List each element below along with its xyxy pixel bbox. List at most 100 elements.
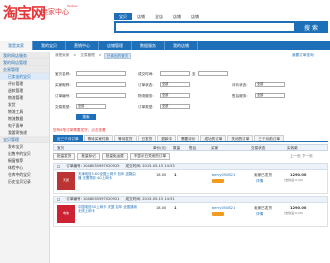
nav-items[interactable]: 我的宝贝 xyxy=(33,41,66,50)
tab-success[interactable]: 成功的订单 xyxy=(200,135,227,141)
top-navigation: 我是卖家 我的宝贝 营销中心 店铺管理 数据服务 我的店铺 xyxy=(0,41,330,50)
search-tab-1[interactable]: 店铺 xyxy=(132,13,150,20)
wangwang-chat-icon[interactable] xyxy=(212,179,224,183)
order-detail-link[interactable]: 详情 xyxy=(256,179,263,184)
order-checkbox[interactable]: ☐ xyxy=(54,165,63,169)
unit-price: 18.00 xyxy=(156,173,167,177)
breadcrumb-current: 已卖出的宝贝 xyxy=(103,53,132,59)
sidebar-section-head[interactable]: 我的网店管理 xyxy=(0,59,49,66)
sidebar-item[interactable]: 体检中心 xyxy=(0,164,49,171)
trade-status: 卖家已发货 xyxy=(254,173,272,177)
end-time-input[interactable] xyxy=(198,71,228,76)
batch-free-ship-button[interactable]: 批量免运费 xyxy=(101,153,128,160)
shipping-fee-note: (含快递:0.00) xyxy=(284,211,304,215)
col-total: 实收款 xyxy=(287,146,298,150)
quantity: 1 xyxy=(174,173,177,177)
after-sale-select[interactable]: 全部 xyxy=(255,93,285,98)
tab-older[interactable]: 三个月前订单 xyxy=(254,135,284,141)
taobao-logo[interactable]: 淘宝网 卖家中心 Taobao xyxy=(3,2,78,24)
breadcrumb-item[interactable]: 我是卖家 xyxy=(53,53,71,59)
sidebar-item[interactable]: 仓库中的宝贝 xyxy=(0,171,49,178)
sidebar: 我的网店服务 我的网店管理 交易管理 已卖出的宝贝 评价管理 退款管理 物流管理… xyxy=(0,52,50,263)
search-input[interactable] xyxy=(114,21,296,33)
breadcrumb-separator: > xyxy=(73,53,77,57)
pager[interactable]: 上一页 下一页 xyxy=(290,154,313,159)
breadcrumb-item[interactable]: 交易管理 xyxy=(78,53,96,59)
sidebar-item[interactable]: 电子面单 xyxy=(0,122,49,129)
nav-data[interactable]: 数据服务 xyxy=(132,41,165,50)
sidebar-item[interactable]: 出售中的宝贝 xyxy=(0,150,49,157)
order-number: 订单编号: 1048035997020925 xyxy=(66,164,120,168)
sidebar-item[interactable]: 退款管理 xyxy=(0,87,49,94)
sidebar-item[interactable]: 历史宝贝记录 xyxy=(0,178,49,185)
tab-closed[interactable]: 关闭的订单 xyxy=(227,135,254,141)
tab-need-rate[interactable]: 需要评价 xyxy=(177,135,200,141)
filter-label-trade-type: 交易类型: xyxy=(55,105,71,109)
buyer-nick-input[interactable] xyxy=(76,82,126,87)
order-checkbox[interactable]: ☐ xyxy=(54,198,63,202)
order-status-select[interactable]: 全部 xyxy=(160,82,190,87)
search-tab-2[interactable]: 全店 xyxy=(150,13,168,20)
table-header: 宝贝 单价(元) 数量 售后 买家 交易状态 实收款 xyxy=(53,144,328,151)
sidebar-item[interactable]: 发货 xyxy=(0,101,49,108)
order-query-link[interactable]: 我要订单查询 xyxy=(292,53,314,58)
hide-closed-toggle[interactable]: 不显示已关闭的订单 xyxy=(129,153,171,160)
sidebar-item[interactable]: 我要寄快递 xyxy=(0,129,49,136)
filter-label-order-no: 订单编号: xyxy=(55,94,71,98)
nav-my-shop[interactable]: 我的店铺 xyxy=(165,41,198,50)
order-time: 成交时间: 2015-05-15 14:53 xyxy=(125,164,175,168)
search-button[interactable]: 搜索 xyxy=(296,21,328,33)
buyer-nick-link[interactable]: berry050821 xyxy=(212,206,235,210)
sidebar-item[interactable]: 物流管理 xyxy=(0,94,49,101)
filter-search-button[interactable]: 搜索 xyxy=(76,114,96,120)
sidebar-section-head[interactable]: 我的网店服务 xyxy=(0,52,49,59)
logo-sup: Taobao xyxy=(67,4,78,8)
product-title-link[interactable]: 中国电信3G上网卡 天翼 包年 全国通用 无线上网卡 xyxy=(78,205,138,213)
tab-refund[interactable]: 退款中 xyxy=(157,135,177,141)
col-qty: 数量 xyxy=(173,146,181,150)
order-detail-link[interactable]: 详情 xyxy=(256,212,263,217)
tab-wait-pay[interactable]: 等待买家付款 xyxy=(83,135,114,141)
shipping-tip[interactable]: 您有6笔订单需要发货，点击查看 xyxy=(53,128,106,133)
sidebar-section-head[interactable]: 交易管理 xyxy=(0,66,49,73)
trade-type-select[interactable]: 全部 xyxy=(76,104,106,109)
batch-actions: 批量发货 批量标记 批量免运费 不显示已关闭的订单 xyxy=(53,153,172,160)
col-item: 宝贝 xyxy=(57,146,65,150)
search-tab-3[interactable]: 店铺 xyxy=(168,13,186,20)
sidebar-item[interactable]: 物流工具 xyxy=(0,108,49,115)
nav-seller[interactable]: 我是卖家 xyxy=(0,41,33,50)
search-tab-4[interactable]: 店铺 xyxy=(186,13,204,20)
status-tabs: 近三个月订单 等待买家付款 等待发货 已发货 退款中 需要评价 成功的订单 关闭… xyxy=(53,135,328,142)
sidebar-item[interactable]: 已卖出的宝贝 xyxy=(0,73,49,80)
sidebar-section-head[interactable]: 宝贝管理 xyxy=(0,136,49,143)
sidebar-item[interactable]: 评价管理 xyxy=(0,80,49,87)
search-tab-0[interactable]: 宝贝 xyxy=(114,13,132,20)
wangwang-chat-icon[interactable] xyxy=(212,212,224,216)
batch-ship-button[interactable]: 批量发货 xyxy=(53,153,76,160)
tab-wait-ship[interactable]: 等待发货 xyxy=(114,135,137,141)
nav-marketing[interactable]: 营销中心 xyxy=(66,41,99,50)
order-number-input[interactable] xyxy=(76,93,126,98)
sidebar-item[interactable]: 橱窗推荐 xyxy=(0,157,49,164)
seller-center-label: 卖家中心 xyxy=(41,8,69,16)
rate-status-select[interactable]: 全部 xyxy=(255,82,285,87)
filter-label-to: 至 xyxy=(192,72,196,76)
start-time-input[interactable] xyxy=(160,71,190,76)
sidebar-item[interactable]: 物流数据 xyxy=(0,115,49,122)
order-type-select[interactable]: 全部 xyxy=(160,104,190,109)
order-row: 天翼 天津电信3.6G全国上网卡 包年 送路由器 无需预存 4G上网卡 18.0… xyxy=(53,170,328,194)
filter-label-after-sale: 售后服务: xyxy=(232,94,248,98)
sidebar-item[interactable]: 发布宝贝 xyxy=(0,143,49,150)
tab-recent[interactable]: 近三个月订单 xyxy=(53,135,83,141)
product-thumbnail[interactable]: 天翼 xyxy=(57,172,75,190)
product-thumbnail[interactable]: 电信 xyxy=(57,205,75,223)
batch-mark-button[interactable]: 批量标记 xyxy=(77,153,100,160)
product-title-link[interactable]: 天津电信3.6G全国上网卡 包年 送路由器 无需预存 4G上网卡 xyxy=(78,172,138,180)
tab-shipped[interactable]: 已发货 xyxy=(137,135,157,141)
buyer-nick-link[interactable]: berry050821 xyxy=(212,173,235,177)
logistics-select[interactable]: 全部 xyxy=(160,93,190,98)
col-price: 单价(元) xyxy=(153,146,167,150)
item-name-input[interactable] xyxy=(76,71,126,76)
shipping-fee-note: (含快递:0.00) xyxy=(284,178,304,182)
nav-shop-manage[interactable]: 店铺管理 xyxy=(99,41,132,50)
